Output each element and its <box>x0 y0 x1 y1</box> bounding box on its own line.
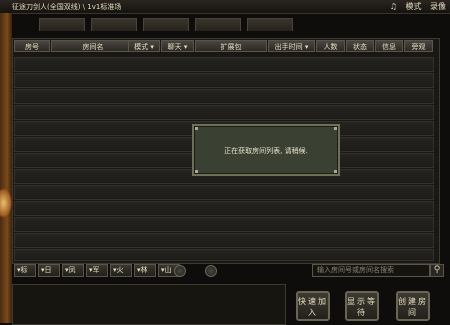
window-title: 征途刀剑人(全国双线) \ 1v1标准场 <box>12 3 122 11</box>
music-note-icon[interactable]: ♫ <box>390 2 397 11</box>
tab-4[interactable] <box>195 18 241 31</box>
table-row[interactable] <box>14 185 434 200</box>
table-row[interactable] <box>14 233 434 248</box>
table-row[interactable] <box>14 73 434 88</box>
loading-message: 正在获取房间列表, 请稍候. <box>224 147 308 155</box>
refresh-icon[interactable] <box>205 265 217 277</box>
dialog-corner-ornament <box>195 170 198 173</box>
col-chat[interactable]: 聊天 ▾ <box>161 40 194 52</box>
col-room-name[interactable]: 房间名 <box>51 40 135 52</box>
table-row[interactable] <box>14 105 434 120</box>
create-room-button[interactable]: 创建房间 <box>396 291 430 321</box>
table-row[interactable] <box>14 89 434 104</box>
table-row[interactable] <box>14 249 434 261</box>
loading-dialog: 正在获取房间列表, 请稍候. <box>192 124 340 176</box>
title-bar: 征途刀剑人(全国双线) \ 1v1标准场 ♫ 模式 录像 <box>0 0 450 14</box>
filter-bar: ▾标 ▾日 ▾凤 ▾军 ▾火 ▾林 ▾山 输入房间号或房间名搜索 ⚲ <box>12 264 444 278</box>
col-room-number[interactable]: 房号 <box>14 40 50 52</box>
dialog-corner-ornament <box>195 127 198 130</box>
col-action-time[interactable]: 出手时间 ▾ <box>268 40 315 52</box>
search-icon[interactable]: ⚲ <box>430 264 444 277</box>
chat-area[interactable] <box>12 284 286 325</box>
filter-toggle-icon[interactable] <box>174 265 186 277</box>
col-players[interactable]: 人数 <box>316 40 345 52</box>
filter-select[interactable]: ▾凤 <box>62 264 84 277</box>
tab-3[interactable] <box>143 18 189 31</box>
col-mode[interactable]: 模式 ▾ <box>128 40 160 52</box>
tab-2[interactable] <box>91 18 137 31</box>
table-row[interactable] <box>14 57 434 72</box>
mode-button[interactable]: 模式 <box>405 2 421 11</box>
filter-select[interactable]: ▾军 <box>86 264 108 277</box>
calligraphy-emblem-icon <box>0 188 12 218</box>
col-spectate[interactable]: 旁观 <box>404 40 433 52</box>
room-search-input[interactable]: 输入房间号或房间名搜索 <box>312 264 430 277</box>
filter-select[interactable]: ▾火 <box>110 264 132 277</box>
show-waiting-button[interactable]: 显示等待 <box>345 291 379 321</box>
quick-join-button[interactable]: 快速加入 <box>296 291 330 321</box>
dialog-corner-ornament <box>334 170 337 173</box>
room-table-header: 房号 房间名 模式 ▾ 聊天 ▾ 扩展包 出手时间 ▾ 人数 状态 信息 旁观 <box>13 39 439 53</box>
col-info[interactable]: 信息 <box>375 40 403 52</box>
table-row[interactable] <box>14 201 434 216</box>
col-status[interactable]: 状态 <box>346 40 374 52</box>
tab-5[interactable] <box>247 18 293 31</box>
filter-select[interactable]: ▾林 <box>134 264 156 277</box>
filter-select[interactable]: ▾标 <box>14 264 36 277</box>
dialog-corner-ornament <box>334 127 337 130</box>
record-button[interactable]: 录像 <box>430 2 446 11</box>
side-decoration <box>0 13 12 323</box>
tab-1[interactable] <box>39 18 85 31</box>
title-bar-controls: ♫ 模式 录像 <box>384 1 446 12</box>
filter-select[interactable]: ▾日 <box>38 264 60 277</box>
table-row[interactable] <box>14 217 434 232</box>
col-expansion[interactable]: 扩展包 <box>195 40 267 52</box>
